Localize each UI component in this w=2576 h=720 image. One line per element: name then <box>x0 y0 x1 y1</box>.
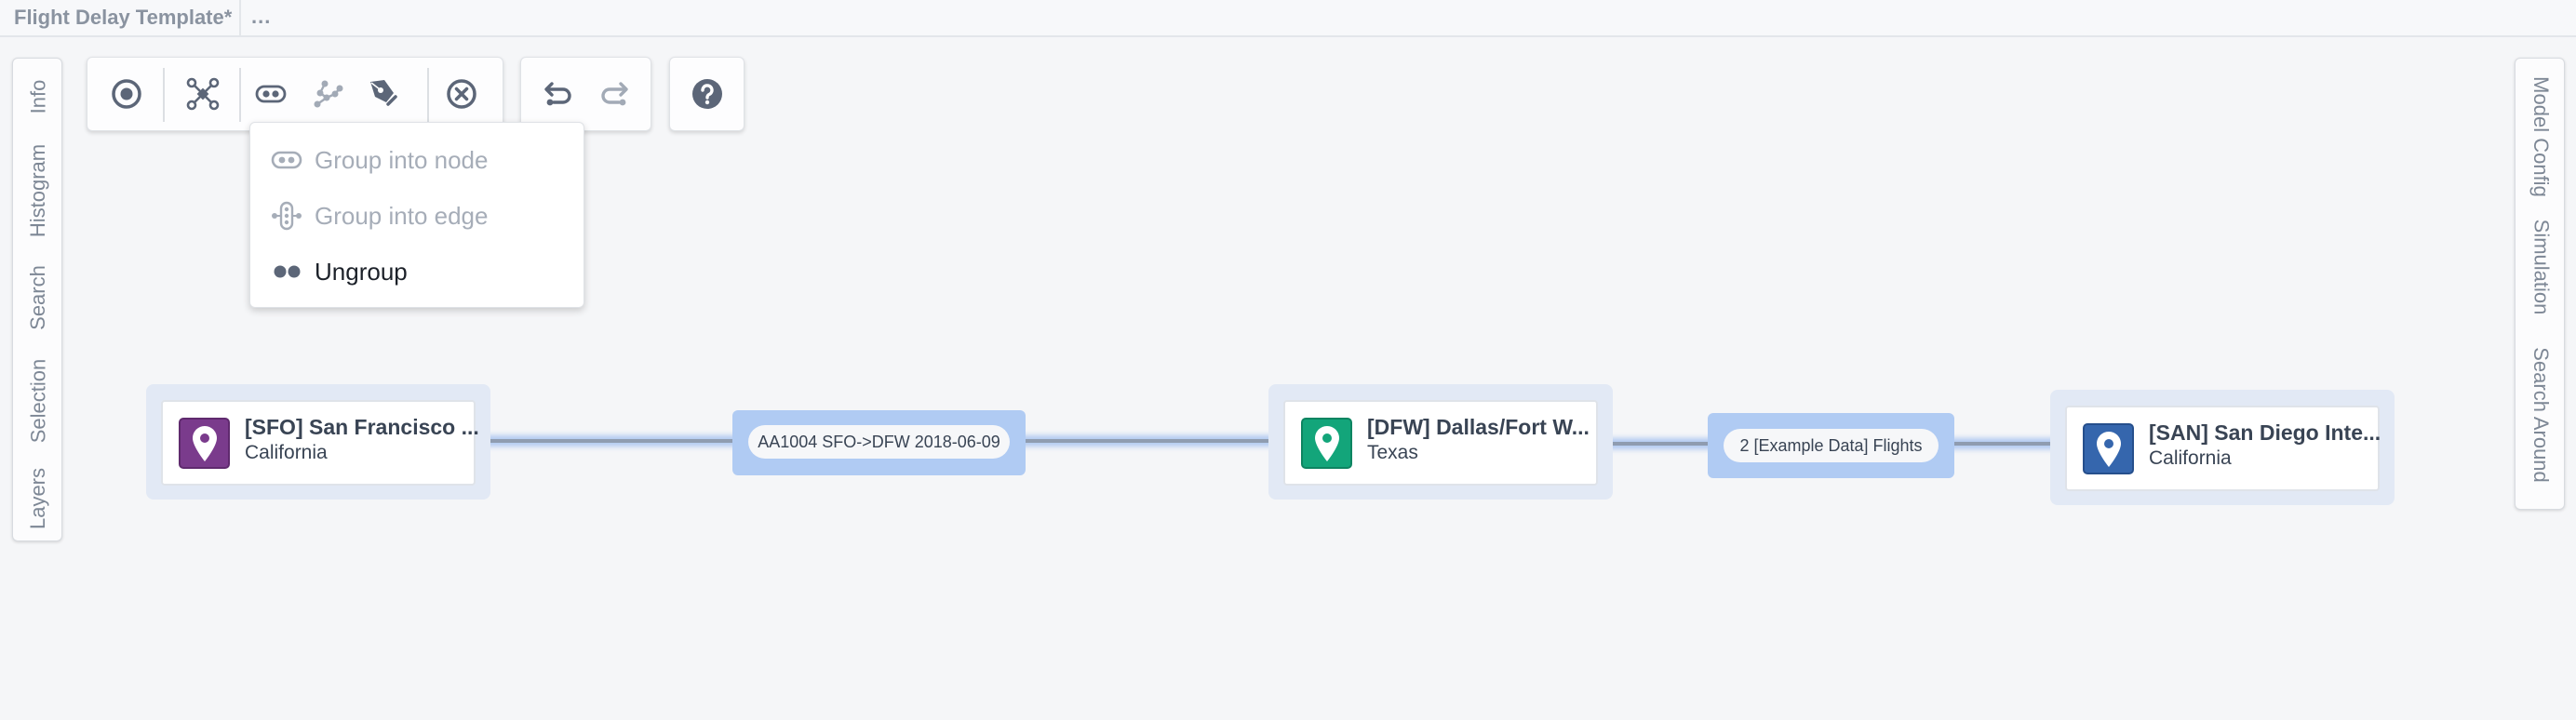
node-icon-box <box>179 418 230 469</box>
tab-selection[interactable]: Selection <box>13 349 63 453</box>
tab-layers[interactable]: Layers <box>13 460 63 537</box>
node-title: [SAN] San Diego Inte... <box>2149 420 2381 445</box>
remove-circle-icon <box>447 79 476 109</box>
edge-label-text: AA1004 SFO->DFW 2018-06-09 <box>748 425 1010 459</box>
help-button[interactable] <box>679 58 735 130</box>
layout-network-icon <box>186 77 220 111</box>
tab-simulation-label: Simulation <box>2529 219 2553 315</box>
tab-info[interactable]: Info <box>13 64 63 129</box>
tab-histogram[interactable]: Histogram <box>13 135 63 247</box>
node-icon-box <box>2083 423 2134 474</box>
path-button[interactable] <box>300 58 356 130</box>
graph-path-icon <box>314 80 343 108</box>
select-target-button[interactable] <box>99 58 154 130</box>
graph-tools-toolbar <box>87 57 503 131</box>
tab-search-label: Search <box>26 265 49 330</box>
redo-button[interactable] <box>586 58 642 130</box>
group-menu: Group into node Group into edge Ungroup <box>249 122 584 308</box>
remove-button[interactable] <box>434 58 490 130</box>
toolbar-divider <box>239 68 241 122</box>
node-sfo[interactable]: [SFO] San Francisco ... California <box>161 400 479 486</box>
title-bar: Flight Delay Template* ... <box>0 0 2576 37</box>
edge-label-dfw-san[interactable]: 2 [Example Data] Flights <box>1708 413 1954 478</box>
ungroup-icon <box>274 265 301 278</box>
node-title: [DFW] Dallas/Fort W... <box>1367 415 1590 439</box>
node-san[interactable]: [SAN] San Diego Inte... California <box>2065 406 2381 491</box>
tab-model-config[interactable]: Model Config <box>2516 72 2566 202</box>
node-subtitle: Texas <box>1367 442 1418 463</box>
tab-histogram-label: Histogram <box>26 143 49 238</box>
node-dfw[interactable]: [DFW] Dallas/Fort W... Texas <box>1283 400 1598 486</box>
toolbar-divider <box>163 68 165 122</box>
tab-simulation[interactable]: Simulation <box>2516 211 2566 323</box>
title-divider <box>239 0 241 37</box>
redo-icon <box>601 82 628 106</box>
document-title[interactable]: Flight Delay Template* <box>14 6 232 30</box>
menu-item-group-into-edge[interactable]: Group into edge <box>250 189 584 243</box>
menu-item-label: Group into node <box>315 145 489 174</box>
tab-info-label: Info <box>25 79 49 114</box>
tab-selection-label: Selection <box>26 358 50 444</box>
menu-item-ungroup[interactable]: Ungroup <box>250 245 584 299</box>
map-marker-icon <box>192 425 217 461</box>
node-subtitle: California <box>245 442 328 463</box>
group-node-icon <box>271 151 302 169</box>
target-icon <box>112 79 141 109</box>
tab-search-around[interactable]: Search Around <box>2516 336 2566 494</box>
group-edge-icon <box>272 201 302 231</box>
menu-item-group-into-node[interactable]: Group into node <box>250 133 584 187</box>
tab-model-config-label: Model Config <box>2529 76 2554 197</box>
layout-button[interactable] <box>175 58 231 130</box>
more-options-button[interactable]: ... <box>251 5 271 29</box>
map-marker-icon <box>1314 425 1339 461</box>
edge-label-text: 2 [Example Data] Flights <box>1724 429 1939 462</box>
menu-item-label: Ungroup <box>315 257 408 286</box>
right-side-panel: Model Config Simulation Search Around <box>2515 58 2565 510</box>
node-icon-box <box>1301 418 1352 469</box>
node-title: [SFO] San Francisco ... <box>245 415 479 439</box>
edge-label-sfo-dfw[interactable]: AA1004 SFO->DFW 2018-06-09 <box>732 410 1026 475</box>
tab-layers-label: Layers <box>26 467 50 530</box>
toolbar-divider <box>427 68 429 122</box>
menu-item-label: Group into edge <box>315 201 489 230</box>
left-side-panel: Info Histogram Search Selection Layers <box>12 58 62 541</box>
tab-search[interactable]: Search <box>13 252 63 343</box>
tab-search-around-label: Search Around <box>2529 347 2554 483</box>
node-subtitle: California <box>2149 447 2232 469</box>
undo-button[interactable] <box>530 58 586 130</box>
undo-icon <box>544 82 571 106</box>
map-marker-icon <box>2096 431 2121 467</box>
help-toolbar <box>669 57 745 131</box>
pen-annotate-icon <box>370 80 397 106</box>
history-toolbar <box>520 57 651 131</box>
group-node-icon <box>255 85 287 103</box>
help-icon <box>692 79 722 109</box>
group-button[interactable] <box>243 58 299 130</box>
annotate-button[interactable] <box>356 58 411 130</box>
